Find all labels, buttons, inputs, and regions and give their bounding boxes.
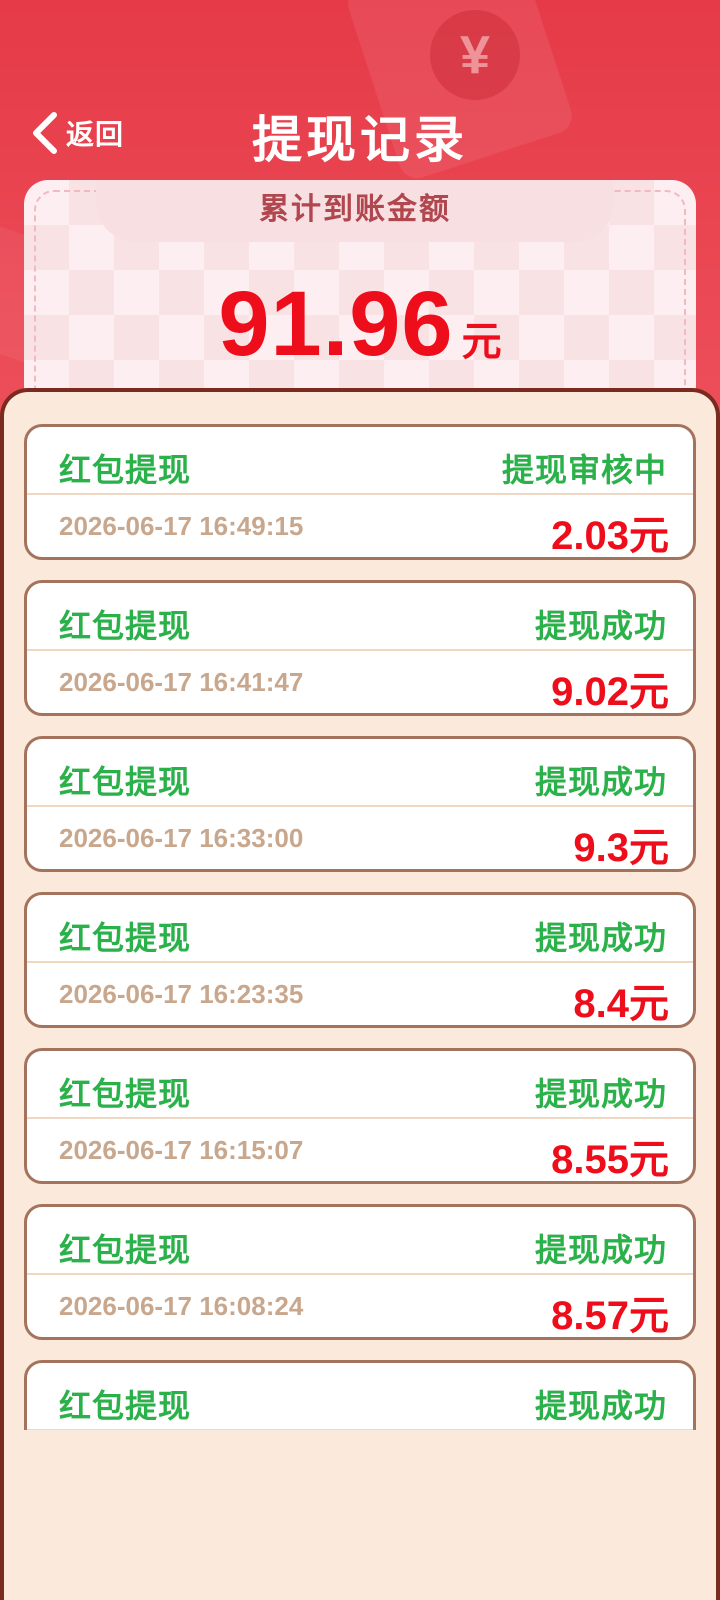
record-title: 红包提现 [59,1388,192,1424]
record-status: 提现成功 [534,608,667,644]
record-status: 提现审核中 [501,452,667,488]
record-divider [27,1117,693,1119]
record-divider [27,649,693,651]
record-divider [27,493,693,495]
record-status: 提现成功 [534,764,667,800]
record-divider [27,1273,693,1275]
record-amount: 2.03元 [551,514,669,558]
record-title: 红包提现 [59,920,192,956]
record-time: 2026-06-17 16:41:47 [59,667,304,697]
record-title: 红包提现 [59,608,192,644]
record-time: 2026-06-17 16:23:35 [59,979,304,1009]
record-divider [27,1429,693,1430]
record-title: 红包提现 [59,764,192,800]
record-time: 2026-06-17 16:33:00 [59,823,304,853]
record-status: 提现成功 [534,1076,667,1112]
total-amount-display: 91.96 元 [24,272,696,377]
record-item[interactable]: 红包提现 提现成功 2026-06-17 16:08:24 8.57元 [24,1204,696,1340]
record-title: 红包提现 [59,1232,192,1268]
record-time: 2026-06-17 16:49:15 [59,511,304,541]
record-item[interactable]: 红包提现 提现成功 2026-06-17 16:33:00 9.3元 [24,736,696,872]
record-amount: 9.3元 [573,826,669,870]
record-amount: 8.55元 [551,1138,669,1182]
record-status: 提现成功 [534,1232,667,1268]
record-time: 2026-06-17 16:15:07 [59,1135,304,1165]
record-title: 红包提现 [59,1076,192,1112]
records-list[interactable]: 红包提现 提现审核中 2026-06-17 16:49:15 2.03元 红包提… [0,420,720,1430]
page-title: 提现记录 [252,112,468,168]
record-title: 红包提现 [59,452,192,488]
yuan-coin-icon: ¥ [430,10,520,100]
record-amount: 9.02元 [551,670,669,714]
record-status: 提现成功 [534,1388,667,1424]
total-amount-card: 累计到账金额 91.96 元 [24,180,696,410]
record-item[interactable]: 红包提现 提现成功 2026-06-17 16:15:07 8.55元 [24,1048,696,1184]
record-divider [27,805,693,807]
record-status: 提现成功 [534,920,667,956]
record-divider [27,961,693,963]
total-amount-unit: 元 [461,320,502,364]
record-time: 2026-06-17 16:08:24 [59,1291,304,1321]
record-item[interactable]: 红包提现 提现成功 2026-06-17 16:41:47 9.02元 [24,580,696,716]
total-amount-value: 91.96 [218,273,454,375]
navigation-bar: 返回 提现记录 [0,92,720,172]
record-amount: 8.57元 [551,1294,669,1338]
record-item[interactable]: 红包提现 提现审核中 2026-06-17 16:49:15 2.03元 [24,424,696,560]
record-item[interactable]: 红包提现 提现成功 [24,1360,696,1430]
total-amount-label: 累计到账金额 [96,180,614,242]
record-amount: 8.4元 [573,982,669,1026]
record-item[interactable]: 红包提现 提现成功 2026-06-17 16:23:35 8.4元 [24,892,696,1028]
